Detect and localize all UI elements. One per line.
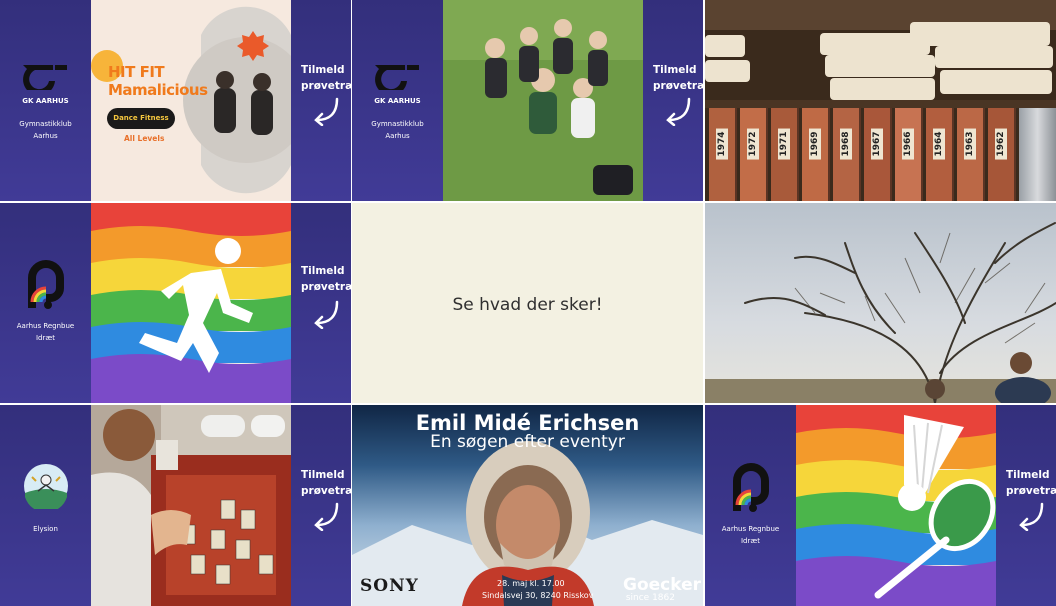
cta-line1: Tilmeld (301, 469, 345, 481)
logo-text: GK AARHUS (22, 97, 69, 105)
binder-label: 1974 (716, 128, 728, 160)
activity-grid: GK AARHUS Gymnastikklub Aarhus HIT FIT M… (0, 0, 1056, 606)
gk-aarhus-logo (352, 62, 443, 90)
sponsor-logo: SONY (360, 576, 419, 596)
club-name-line2: Aarhus (33, 132, 58, 140)
cta-line1: Tilmeld (653, 64, 697, 76)
poster-levels: All Levels (124, 134, 165, 143)
cta-line2: prøvetræn (301, 281, 351, 293)
cta-panel[interactable]: Tilmeld prøvetræn (291, 0, 351, 201)
club-name-line2: Idræt (35, 334, 55, 342)
tile-elysion-cards[interactable]: Elysion Tilmeld prøvetræ (0, 405, 351, 606)
binder-label: 1967 (871, 128, 883, 160)
event-subtitle: En søgen efter eventyr (430, 432, 625, 452)
binder-spine: 1967 (864, 108, 892, 201)
event-address: Sindalsvej 30, 8240 Risskov (482, 591, 594, 600)
rainbow-runner-image (91, 203, 291, 403)
tile-gk-aarhus-hitfit[interactable]: GK AARHUS Gymnastikklub Aarhus HIT FIT M… (0, 0, 351, 201)
tile-event-poster[interactable]: Emil Midé Erichsen En søgen efter eventy… (352, 405, 703, 606)
club-panel: GK AARHUS Gymnastikklub Aarhus (0, 0, 91, 201)
binder-spine: 1964 (926, 108, 954, 201)
cta-panel[interactable]: Tilmeld prøvetræn (291, 405, 351, 606)
binder-label: 1966 (902, 128, 914, 160)
binder-spine: 1974 (709, 108, 737, 201)
curved-arrow-icon (314, 300, 339, 329)
tile-regnbue-runner[interactable]: Aarhus Regnbue Idræt Tilmeld prøvetræn (0, 203, 351, 403)
cta-line1: Tilmeld (301, 64, 345, 76)
tile-see-whats-happening[interactable]: Se hvad der sker! (352, 203, 703, 403)
tile-archive-photo[interactable]: 1974 1972 1971 1969 1968 1967 1966 1964 1963 1962 (705, 0, 1056, 201)
binder-spine: 1962 (988, 108, 1016, 201)
brand-logo: Goecker (622, 575, 701, 595)
cta-line1: Tilmeld (1006, 469, 1050, 481)
binder-spine: 1969 (802, 108, 830, 201)
cta-line2: prøvetræn (301, 80, 351, 92)
poster-title-line2: Mamalicious (108, 81, 208, 99)
cta-line2: prøvetræn (653, 80, 703, 92)
rainbow-badminton-image (796, 405, 996, 606)
curved-arrow-icon (314, 97, 339, 126)
binder-label: 1972 (747, 128, 759, 160)
binder-label: 1969 (809, 128, 821, 160)
poster-pill: Dance Fitness (107, 108, 175, 129)
cta-panel[interactable]: Tilmeld prøvetræn (291, 203, 351, 403)
tile-regnbue-badminton[interactable]: Aarhus Regnbue Idræt Tilmeld prøvetræ (705, 405, 1056, 606)
card-game-photo (91, 405, 291, 606)
curved-arrow-icon (1019, 502, 1044, 531)
club-panel: Aarhus Regnbue Idræt (705, 405, 796, 606)
binder-label: 1968 (840, 128, 852, 160)
logo-text: GK AARHUS (374, 97, 421, 105)
tile-message: Se hvad der sker! (452, 295, 603, 315)
binder-label: 1971 (778, 128, 790, 160)
cta-line2: prøvetræn (1006, 485, 1056, 497)
rainbow-logo (0, 258, 91, 310)
tree-photo (705, 203, 1056, 403)
curved-arrow-icon (666, 97, 691, 126)
binder-spine-metal (1019, 108, 1056, 201)
club-name-line2: Aarhus (385, 132, 410, 140)
club-name-line1: Gymnastikklub (371, 120, 424, 128)
brand-since: since 1862 (625, 593, 675, 603)
elysion-logo (0, 463, 91, 509)
binder-spine: 1963 (957, 108, 985, 201)
club-name-line2: Idræt (740, 537, 760, 545)
binder-spine: 1971 (771, 108, 799, 201)
rainbow-logo (705, 461, 796, 513)
club-name-line1: Aarhus Regnbue (16, 322, 75, 330)
club-panel: Aarhus Regnbue Idræt (0, 203, 91, 403)
tile-gk-aarhus-photo[interactable]: GK AARHUS Gymnastikklub Aarhus Tilmeld p… (352, 0, 703, 201)
club-name-line1: Aarhus Regnbue (721, 525, 780, 533)
cta-panel[interactable]: Tilmeld prøvetræn (996, 405, 1056, 606)
binder-spine: 1966 (895, 108, 923, 201)
tile-tree-photo[interactable] (705, 203, 1056, 403)
binder-label: 1964 (933, 128, 945, 160)
gk-aarhus-logo (0, 62, 91, 90)
poster-title-line1: HIT FIT (108, 63, 165, 81)
event-date: 28. maj kl. 17.00 (497, 579, 565, 588)
binder-row: 1974 1972 1971 1969 1968 1967 1966 1964 1963 1962 (705, 108, 1056, 201)
binder-label: 1962 (995, 128, 1007, 160)
club-name-line1: Elysion (33, 525, 58, 533)
club-name-line1: Gymnastikklub (19, 120, 72, 128)
binder-spine: 1968 (833, 108, 861, 201)
group-photo (443, 0, 643, 201)
cta-line2: prøvetræn (301, 485, 351, 497)
poster-hitfit: HIT FIT Mamalicious Dance Fitness All Le… (91, 0, 291, 201)
club-panel: GK AARHUS Gymnastikklub Aarhus (352, 0, 443, 201)
curved-arrow-icon (314, 502, 339, 531)
club-panel: Elysion (0, 405, 91, 606)
cta-panel[interactable]: Tilmeld prøvetræn (643, 0, 703, 201)
binder-spine: 1972 (740, 108, 768, 201)
binder-label: 1963 (964, 128, 976, 160)
cta-line1: Tilmeld (301, 265, 345, 277)
